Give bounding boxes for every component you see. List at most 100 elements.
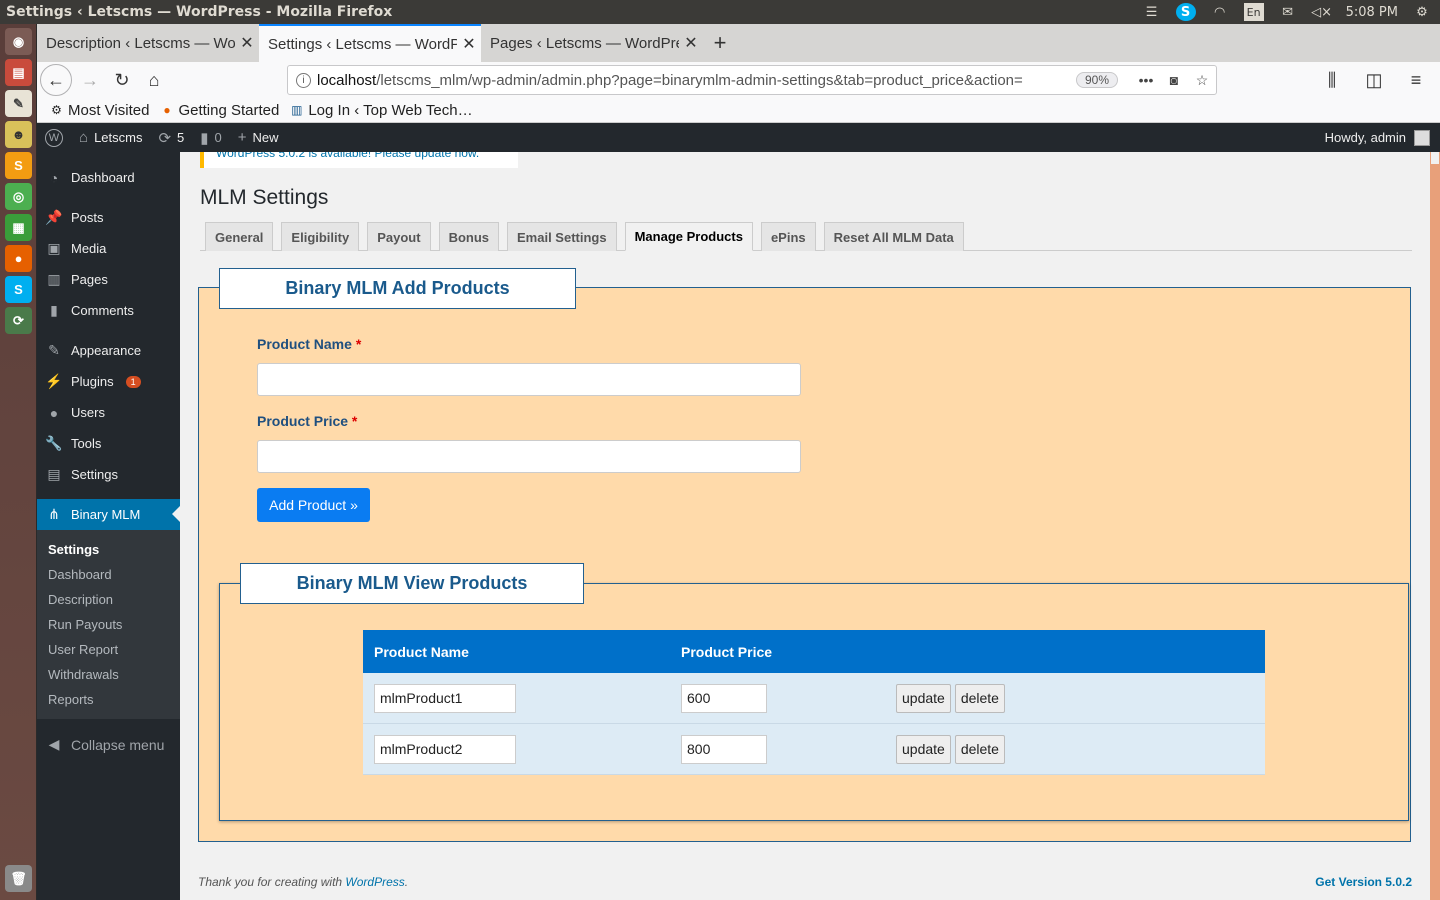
- menu-posts[interactable]: 📌 Posts: [37, 202, 180, 233]
- hamburger-menu-icon[interactable]: ≡: [1400, 64, 1432, 96]
- chrome-icon[interactable]: ◎: [5, 183, 32, 210]
- page-title: MLM Settings: [200, 186, 329, 209]
- menu-dashboard[interactable]: ◔ Dashboard: [37, 162, 180, 193]
- url-host: localhost: [317, 71, 377, 89]
- product-name-input[interactable]: [257, 363, 801, 396]
- gimp-icon[interactable]: ☻: [5, 121, 32, 148]
- menu-binary-mlm[interactable]: ⋔ Binary MLM: [37, 499, 180, 530]
- submenu-description[interactable]: Description: [37, 587, 180, 612]
- comments-link[interactable]: ▮ 0: [192, 123, 230, 152]
- close-icon[interactable]: ✕: [457, 34, 481, 54]
- scrollbar[interactable]: [1430, 152, 1440, 900]
- volume-muted-icon[interactable]: ◁×: [1311, 3, 1332, 21]
- submenu-reports[interactable]: Reports: [37, 687, 180, 712]
- comment-icon: ▮: [200, 129, 209, 147]
- network-tree-icon: ⋔: [48, 506, 60, 522]
- wp-logo-icon[interactable]: W: [37, 123, 71, 152]
- tab-pages[interactable]: Pages ‹ Letscms — WordPress ✕: [481, 24, 703, 62]
- row-name-input[interactable]: mlmProduct1: [374, 683, 516, 713]
- avatar[interactable]: [1414, 129, 1430, 146]
- tab-email-settings[interactable]: Email Settings: [507, 222, 617, 251]
- product-price-input[interactable]: [257, 440, 801, 473]
- updates-link[interactable]: ⟳ 5: [150, 123, 192, 152]
- scrollbar-thumb[interactable]: [1431, 152, 1439, 164]
- software-updater-icon[interactable]: ⟳: [5, 307, 32, 334]
- bookmark-getting-started[interactable]: ● Getting Started: [159, 102, 279, 119]
- delete-button[interactable]: delete: [954, 683, 1005, 713]
- pocket-icon[interactable]: ◙: [1160, 72, 1188, 88]
- plugins-update-badge: 1: [125, 375, 141, 388]
- update-button[interactable]: update: [896, 734, 951, 764]
- tab-general[interactable]: General: [205, 222, 274, 251]
- ubuntu-dash-icon[interactable]: ◉: [5, 28, 32, 55]
- menu-appearance[interactable]: ✎ Appearance: [37, 335, 180, 366]
- menu-plugins[interactable]: ⚡ Plugins 1: [37, 366, 180, 397]
- mail-icon[interactable]: ✉: [1278, 3, 1298, 21]
- wordpress-link[interactable]: WordPress: [345, 875, 404, 889]
- keyboard-layout[interactable]: En: [1243, 3, 1264, 21]
- info-icon[interactable]: i: [296, 72, 311, 88]
- row-name-input[interactable]: mlmProduct2: [374, 734, 516, 764]
- zoom-indicator[interactable]: 90%: [1075, 72, 1118, 88]
- tab-bonus[interactable]: Bonus: [438, 222, 500, 251]
- menu-comments[interactable]: ▮ Comments: [37, 295, 180, 326]
- delete-button[interactable]: delete: [954, 734, 1005, 764]
- menu-media[interactable]: ▣ Media: [37, 233, 180, 264]
- submenu-dashboard[interactable]: Dashboard: [37, 562, 180, 587]
- menu-users[interactable]: ● Users: [37, 397, 180, 428]
- close-icon[interactable]: ✕: [679, 33, 703, 53]
- text-editor-icon[interactable]: ✎: [5, 90, 32, 117]
- submenu-user-report[interactable]: User Report: [37, 637, 180, 662]
- skype-icon[interactable]: S: [1175, 3, 1196, 21]
- products-table: Product Name Product Price mlmProduct1 6…: [363, 630, 1265, 775]
- page-actions-icon[interactable]: •••: [1132, 72, 1160, 88]
- back-arrow-icon[interactable]: ←: [40, 64, 72, 96]
- sidebar-icon[interactable]: ◫: [1358, 64, 1390, 96]
- new-tab-plus-icon[interactable]: +: [703, 24, 737, 62]
- new-content-link[interactable]: + New: [230, 123, 287, 152]
- library-icon[interactable]: ⫼: [1316, 64, 1348, 96]
- close-icon[interactable]: ✕: [235, 33, 259, 53]
- tab-eligibility[interactable]: Eligibility: [281, 222, 360, 251]
- collapse-menu-button[interactable]: ◀ Collapse menu: [37, 729, 180, 760]
- row-price-input[interactable]: 800: [681, 734, 767, 764]
- bookmark-star-icon[interactable]: ☆: [1188, 72, 1216, 89]
- menu-settings[interactable]: ▤ Settings: [37, 459, 180, 490]
- settings-gear-icon[interactable]: ⚙: [1412, 3, 1432, 21]
- tab-manage-products[interactable]: Manage Products: [624, 222, 753, 251]
- tab-payout[interactable]: Payout: [367, 222, 431, 251]
- menu-tools[interactable]: 🔧 Tools: [37, 428, 180, 459]
- table-row: mlmProduct1 600 update delete: [363, 673, 1265, 724]
- clock[interactable]: 5:08 PM: [1346, 5, 1398, 20]
- skype-launcher-icon[interactable]: S: [5, 276, 32, 303]
- wifi-icon[interactable]: ◠: [1210, 3, 1230, 21]
- submenu-settings[interactable]: Settings: [37, 537, 180, 562]
- forward-arrow-icon[interactable]: →: [74, 64, 106, 96]
- tab-epins[interactable]: ePins: [760, 222, 816, 251]
- url-bar[interactable]: i localhost/letscms_mlm/wp-admin/admin.p…: [287, 65, 1217, 95]
- tab-settings[interactable]: Settings ‹ Letscms — WordPress ✕: [259, 24, 481, 62]
- footer-version[interactable]: Get Version 5.0.2: [1315, 875, 1412, 889]
- home-icon[interactable]: ⌂: [138, 64, 170, 96]
- trash-icon[interactable]: 🗑: [5, 865, 32, 892]
- launcher: ◉ ▤ ✎ ☻ S ◎ ▦ ● S ⟳ 🗑: [0, 24, 37, 900]
- files-icon[interactable]: ▤: [5, 59, 32, 86]
- tab-reset-all-mlm-data[interactable]: Reset All MLM Data: [823, 222, 964, 251]
- update-button[interactable]: update: [896, 683, 951, 713]
- tab-description[interactable]: Description ‹ Letscms — WordPress ✕: [37, 24, 259, 62]
- menu-pages[interactable]: ▥ Pages: [37, 264, 180, 295]
- reload-icon[interactable]: ↻: [106, 64, 138, 96]
- firefox-icon[interactable]: ●: [5, 245, 32, 272]
- bookmark-most-visited[interactable]: ⚙ Most Visited: [49, 102, 149, 119]
- spreadsheet-icon[interactable]: ▦: [5, 214, 32, 241]
- row-price-input[interactable]: 600: [681, 683, 767, 713]
- submenu-run-payouts[interactable]: Run Payouts: [37, 612, 180, 637]
- admin-menu: ◔ Dashboard 📌 Posts ▣ Media ▥ Pages ▮ Comment…: [37, 152, 180, 900]
- add-product-button[interactable]: Add Product »: [257, 488, 370, 522]
- sublime-icon[interactable]: S: [5, 152, 32, 179]
- site-name[interactable]: ⌂ Letscms: [71, 123, 150, 152]
- bookmark-log-in[interactable]: ▥ Log In ‹ Top Web Tech…: [289, 102, 472, 119]
- submenu-withdrawals[interactable]: Withdrawals: [37, 662, 180, 687]
- indicator-list-icon[interactable]: ☰: [1142, 3, 1162, 21]
- howdy-user[interactable]: Howdy, admin: [1325, 130, 1406, 145]
